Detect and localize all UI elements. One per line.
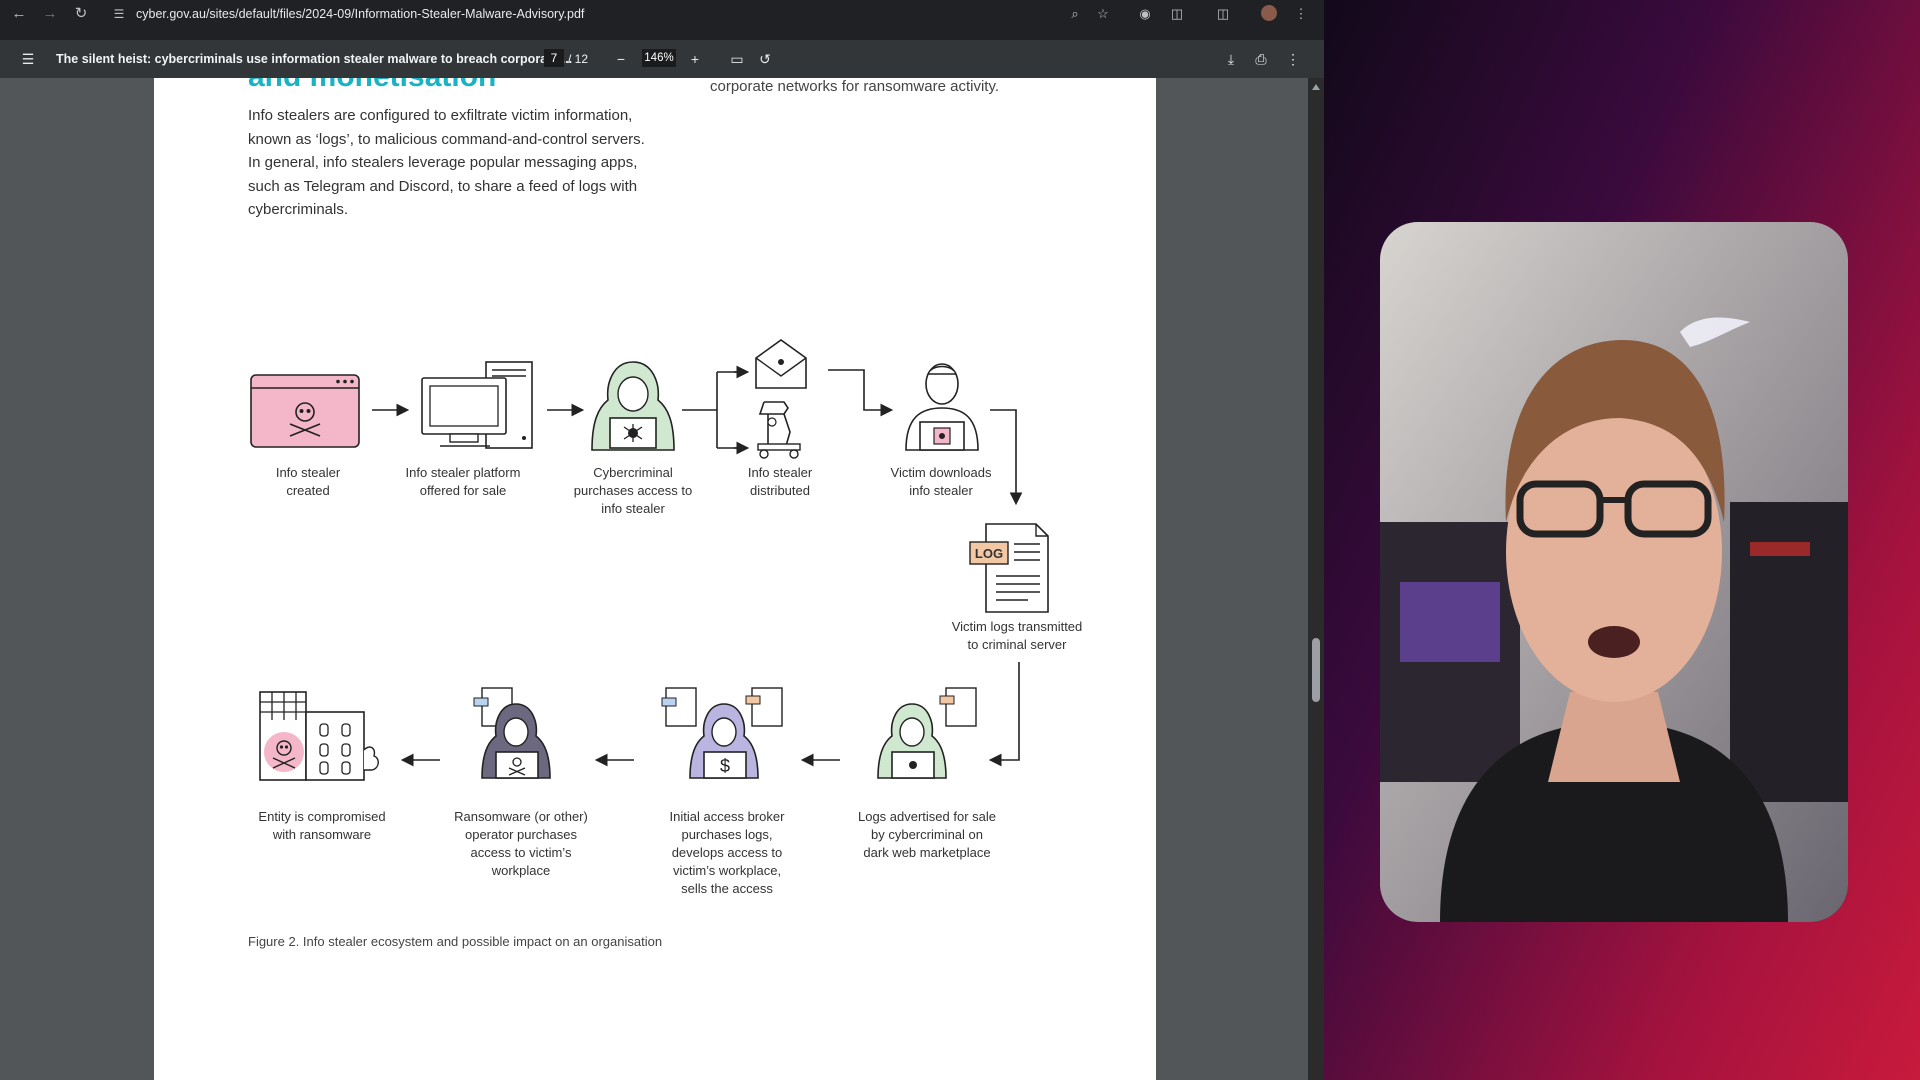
zoom-icon[interactable]: ⌕ bbox=[1066, 5, 1084, 23]
building-skull-icon bbox=[259, 691, 379, 781]
computer-icon bbox=[421, 361, 533, 449]
pdf-scrollbar[interactable] bbox=[1308, 78, 1324, 1080]
step-label-platform: Info stealer platform offered for sale bbox=[405, 465, 521, 498]
avatar-icon bbox=[1261, 5, 1277, 21]
step-label-broker: Initial access broker purchases logs, de… bbox=[669, 809, 785, 896]
star-icon[interactable]: ☆ bbox=[1094, 5, 1112, 23]
avatar[interactable] bbox=[1260, 5, 1278, 23]
svg-text:$: $ bbox=[720, 756, 730, 776]
scrollbar-thumb[interactable] bbox=[1312, 638, 1320, 702]
forward-icon[interactable]: → bbox=[41, 5, 59, 23]
reload-icon[interactable]: ↻ bbox=[72, 5, 90, 23]
page-number-input[interactable]: 7 bbox=[544, 49, 564, 67]
log-badge: LOG bbox=[974, 546, 1004, 561]
browser-window: ← → ↻ ☰ cyber.gov.au/sites/default/files… bbox=[0, 0, 1324, 1080]
step-label-purchase: Cybercriminal purchases access to info s… bbox=[573, 465, 693, 516]
pdf-page: and monetisation corporate networks for … bbox=[154, 78, 1156, 1080]
hacker-green-icon bbox=[591, 361, 675, 451]
fit-page-icon[interactable]: ▭ bbox=[728, 50, 746, 68]
step-label-distributed: Info stealer distributed bbox=[747, 465, 813, 498]
download-icon[interactable]: ⤓ bbox=[1222, 50, 1240, 68]
page-total: / 12 bbox=[568, 52, 589, 66]
step-label-compromised: Entity is compromised with ransomware bbox=[258, 809, 386, 842]
menu-icon[interactable]: ☰ bbox=[19, 50, 37, 68]
url-field[interactable]: cyber.gov.au/sites/default/files/2024-09… bbox=[136, 7, 584, 21]
log-file-icon bbox=[969, 523, 1049, 613]
print-icon[interactable]: ⎙ bbox=[1252, 50, 1270, 68]
scroll-up-icon[interactable] bbox=[1312, 84, 1320, 90]
more-icon[interactable]: ⋮ bbox=[1292, 5, 1310, 23]
step-label-created: Info stealer created bbox=[275, 465, 341, 498]
step-label-ransomware: Ransomware (or other) operator purchases… bbox=[454, 809, 588, 878]
extension-icon[interactable]: ◉ bbox=[1136, 5, 1154, 23]
site-info-icon[interactable]: ☰ bbox=[110, 5, 128, 23]
more-icon[interactable]: ⋮ bbox=[1284, 50, 1302, 68]
hacker-logs-green-icon bbox=[877, 687, 977, 779]
figure-caption: Figure 2. Info stealer ecosystem and pos… bbox=[248, 934, 663, 949]
webcam-overlay bbox=[1380, 222, 1848, 922]
arrow-6 bbox=[988, 662, 1020, 767]
arrow-split bbox=[682, 371, 744, 449]
zoom-level-input[interactable]: 146% bbox=[642, 49, 676, 67]
pdf-viewport[interactable]: and monetisation corporate networks for … bbox=[0, 78, 1308, 1080]
browser-skull-icon bbox=[250, 374, 360, 448]
document-title: The silent heist: cybercriminals use inf… bbox=[56, 52, 573, 66]
email-trojan-icon bbox=[755, 339, 807, 459]
rotate-icon[interactable]: ↺ bbox=[756, 50, 774, 68]
victim-person-icon bbox=[905, 363, 979, 451]
ransomware-operator-icon bbox=[473, 687, 551, 779]
back-icon[interactable]: ← bbox=[10, 5, 28, 23]
puzzle-icon[interactable]: ◫ bbox=[1168, 5, 1186, 23]
step-label-downloads: Victim downloads info stealer bbox=[890, 465, 992, 498]
presenter-video-image bbox=[1380, 222, 1848, 922]
pdf-toolbar: ☰ The silent heist: cybercriminals use i… bbox=[0, 40, 1324, 78]
sidebar-icon[interactable]: ◫ bbox=[1214, 5, 1232, 23]
arrow-4 bbox=[828, 369, 894, 417]
address-bar-row: ← → ↻ ☰ cyber.gov.au/sites/default/files… bbox=[0, 0, 1324, 28]
step-label-logs: Victim logs transmitted to criminal serv… bbox=[951, 619, 1083, 652]
zoom-out-icon[interactable]: − bbox=[612, 50, 630, 68]
broker-purple-icon: $ bbox=[661, 687, 783, 779]
step-label-advertised: Logs advertised for sale by cybercrimina… bbox=[857, 809, 997, 860]
zoom-in-icon[interactable]: + bbox=[686, 50, 704, 68]
